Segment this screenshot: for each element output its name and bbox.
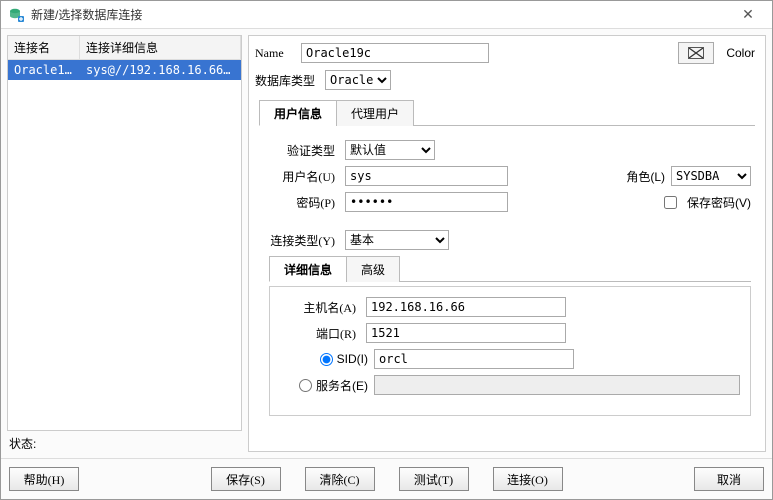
sid-input[interactable] [374,349,574,369]
password-input[interactable] [345,192,508,212]
footer: 帮助(H) 保存(S) 清除(C) 测试(T) 连接(O) 取消 [1,458,772,499]
table-header: 连接名 连接详细信息 [8,36,241,60]
dbtype-label: 数据库类型 [255,72,319,89]
sid-radio[interactable] [320,353,333,366]
auth-type-label: 验证类型 [261,142,339,159]
test-button[interactable]: 测试(T) [399,467,469,491]
clear-button[interactable]: 清除(C) [305,467,375,491]
connect-button[interactable]: 连接(O) [493,467,563,491]
main-tabs: 用户信息 代理用户 [259,100,755,126]
left-pane: 连接名 连接详细信息 Oracle19c sys@//192.168.16.66… [7,35,242,452]
footer-buttons: 保存(S) 清除(C) 测试(T) 连接(O) [103,467,670,491]
col-name[interactable]: 连接名 [8,36,80,59]
col-detail[interactable]: 连接详细信息 [80,36,241,59]
detail-panel: 主机名(A) 端口(R) SID(I) [269,286,751,416]
svcname-radio[interactable] [299,379,312,392]
titlebar: 新建/选择数据库连接 ✕ [1,1,772,29]
close-icon[interactable]: ✕ [732,6,764,23]
color-icon [688,47,704,59]
tab-proxy-user[interactable]: 代理用户 [336,100,414,126]
dbtype-row: 数据库类型 Oracle [255,70,755,90]
dbtype-select[interactable]: Oracle [325,70,391,90]
sid-radio-group: SID(I) [280,352,368,366]
save-button[interactable]: 保存(S) [211,467,281,491]
connection-table: 连接名 连接详细信息 Oracle19c sys@//192.168.16.66… [7,35,242,431]
cell-detail: sys@//192.168.16.66:152.. [80,60,241,80]
host-label: 主机名(A) [280,299,360,316]
sid-label: SID(I) [337,352,368,366]
conn-type-select[interactable]: 基本 [345,230,449,250]
name-label: Name [255,46,295,61]
body: 连接名 连接详细信息 Oracle19c sys@//192.168.16.66… [1,29,772,458]
password-label: 密码(P) [261,194,339,211]
right-pane: Name Color 数据库类型 Oracle 用户信息 代理用户 验证类型 [248,35,766,452]
table-row[interactable]: Oracle19c sys@//192.168.16.66:152.. [8,60,241,80]
cancel-button[interactable]: 取消 [694,467,764,491]
db-icon [9,7,25,23]
port-input[interactable] [366,323,566,343]
status-label: 状态: [7,435,242,452]
role-label: 角色(L) [626,168,665,185]
color-label: Color [726,46,755,60]
svcname-label: 服务名(E) [316,377,368,394]
name-row: Name Color [255,42,755,64]
window-title: 新建/选择数据库连接 [31,6,732,23]
username-input[interactable] [345,166,508,186]
role-select[interactable]: SYSDBA [671,166,751,186]
tab-advanced[interactable]: 高级 [346,256,400,282]
host-input[interactable] [366,297,566,317]
svcname-input [374,375,740,395]
auth-type-select[interactable]: 默认值 [345,140,435,160]
dialog-window: 新建/选择数据库连接 ✕ 连接名 连接详细信息 Oracle19c sys@//… [0,0,773,500]
save-password-label: 保存密码(V) [687,194,751,211]
port-label: 端口(R) [280,325,360,342]
conn-type-label: 连接类型(Y) [261,232,339,249]
color-button[interactable] [678,42,714,64]
tab-detail[interactable]: 详细信息 [269,256,347,282]
user-info-panel: 验证类型 默认值 用户名(U) 角色(L) SYSDBA 密码(P) 保存密码(… [255,132,755,420]
detail-tabs: 详细信息 高级 [269,256,751,282]
connection-name-input[interactable] [301,43,489,63]
svcname-radio-group: 服务名(E) [280,377,368,394]
username-label: 用户名(U) [261,168,339,185]
help-button[interactable]: 帮助(H) [9,467,79,491]
cell-name: Oracle19c [8,60,80,80]
tab-user-info[interactable]: 用户信息 [259,100,337,126]
save-password-checkbox[interactable] [664,196,677,209]
